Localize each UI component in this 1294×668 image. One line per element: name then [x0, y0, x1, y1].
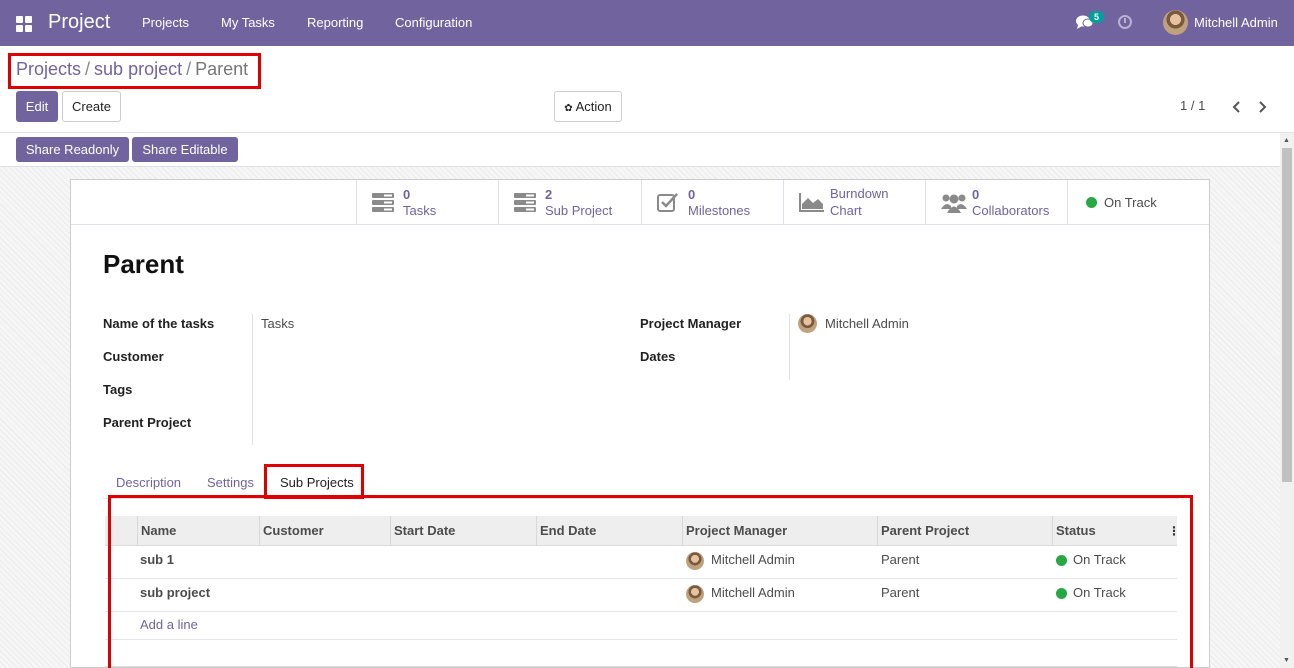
stat-status-label: On Track: [1104, 195, 1157, 210]
highlight-box-tab: [264, 464, 364, 499]
dates-label: Dates: [640, 349, 676, 364]
stat-sub-project-count: 2: [545, 187, 553, 202]
stat-tasks-label: Tasks: [403, 203, 437, 218]
share-editable-button[interactable]: Share Editable: [132, 137, 238, 162]
notification-badge: 5: [1089, 11, 1105, 23]
status-dot-icon: [1086, 197, 1097, 208]
form-sheet: 0 Tasks 2 Sub Project 0 Milestones Burnd…: [70, 179, 1210, 668]
sheet-divider: [71, 224, 1209, 225]
field-divider: [789, 314, 790, 380]
project-manager-label: Project Manager: [640, 316, 742, 331]
stat-tasks-button[interactable]: 0 Tasks: [356, 180, 498, 224]
action-button[interactable]: ✿ Action: [554, 91, 622, 122]
top-navbar: Project Projects My Tasks Reporting Conf…: [0, 0, 1294, 46]
tab-settings[interactable]: Settings: [207, 475, 254, 490]
user-avatar[interactable]: [1163, 10, 1188, 35]
create-button[interactable]: Create: [62, 91, 121, 122]
stat-sub-project-label: Sub Project: [545, 203, 613, 218]
menu-reporting[interactable]: Reporting: [307, 15, 363, 30]
stat-collaborators-count: 0: [972, 187, 980, 202]
smart-buttons: 0 Tasks 2 Sub Project 0 Milestones Burnd…: [356, 180, 1210, 224]
scrollbar-thumb[interactable]: [1282, 148, 1292, 482]
activity-clock-icon[interactable]: [1118, 15, 1132, 29]
stat-collaborators-button[interactable]: 0 Collaborators: [925, 180, 1067, 224]
stat-status-button[interactable]: On Track: [1067, 180, 1210, 224]
action-label: Action: [575, 99, 612, 114]
pager-value[interactable]: 1 / 1: [1180, 98, 1205, 113]
tab-description[interactable]: Description: [116, 475, 181, 490]
apps-menu-icon[interactable]: [16, 16, 32, 32]
stat-milestones-button[interactable]: 0 Milestones: [641, 180, 783, 224]
customer-label: Customer: [103, 349, 164, 364]
chevron-left-icon[interactable]: [1231, 101, 1241, 113]
stat-burndown-label-2: Chart: [830, 203, 862, 218]
name-of-tasks-label: Name of the tasks: [103, 316, 215, 331]
menu-configuration[interactable]: Configuration: [395, 15, 472, 30]
tasks-icon: [372, 192, 394, 212]
control-panel: Projects / sub project / Parent Edit Create …: [0, 46, 1294, 133]
stat-tasks-count: 0: [403, 187, 411, 202]
record-title[interactable]: Parent: [103, 249, 184, 280]
stat-milestones-label: Milestones: [688, 203, 751, 218]
menu-my-tasks[interactable]: My Tasks: [221, 15, 275, 30]
stat-collaborators-label: Collaborators: [972, 203, 1050, 218]
share-bar: Share Readonly Share Editable: [0, 133, 1294, 167]
edit-button[interactable]: Edit: [16, 91, 58, 122]
highlight-box-breadcrumb: [8, 53, 261, 89]
sub-project-icon: [514, 192, 536, 212]
stat-milestones-count: 0: [688, 187, 696, 202]
app-title[interactable]: Project: [48, 11, 110, 34]
manager-avatar: [798, 314, 817, 333]
milestones-check-icon: [657, 192, 679, 212]
project-manager-value[interactable]: Mitchell Admin: [825, 316, 909, 331]
tags-label: Tags: [103, 382, 133, 397]
name-of-tasks-value[interactable]: Tasks: [261, 316, 294, 331]
menu-projects[interactable]: Projects: [142, 15, 189, 30]
parent-project-label: Parent Project: [103, 415, 192, 430]
chevron-right-icon[interactable]: [1258, 101, 1268, 113]
stat-burndown-label: Burndown: [830, 186, 889, 201]
field-divider: [252, 314, 253, 445]
highlight-box-table: [108, 495, 1193, 668]
user-name[interactable]: Mitchell Admin: [1194, 15, 1278, 30]
stat-sub-project-button[interactable]: 2 Sub Project: [498, 180, 641, 224]
area-chart-icon: [799, 192, 825, 212]
stat-burndown-button[interactable]: Burndown Chart: [783, 180, 925, 224]
gear-icon: ✿: [564, 103, 573, 114]
scroll-up-arrow-icon[interactable]: ▲: [1283, 137, 1290, 144]
users-icon: [941, 192, 967, 213]
scroll-down-arrow-icon[interactable]: ▼: [1283, 657, 1290, 664]
share-readonly-button[interactable]: Share Readonly: [16, 137, 129, 162]
